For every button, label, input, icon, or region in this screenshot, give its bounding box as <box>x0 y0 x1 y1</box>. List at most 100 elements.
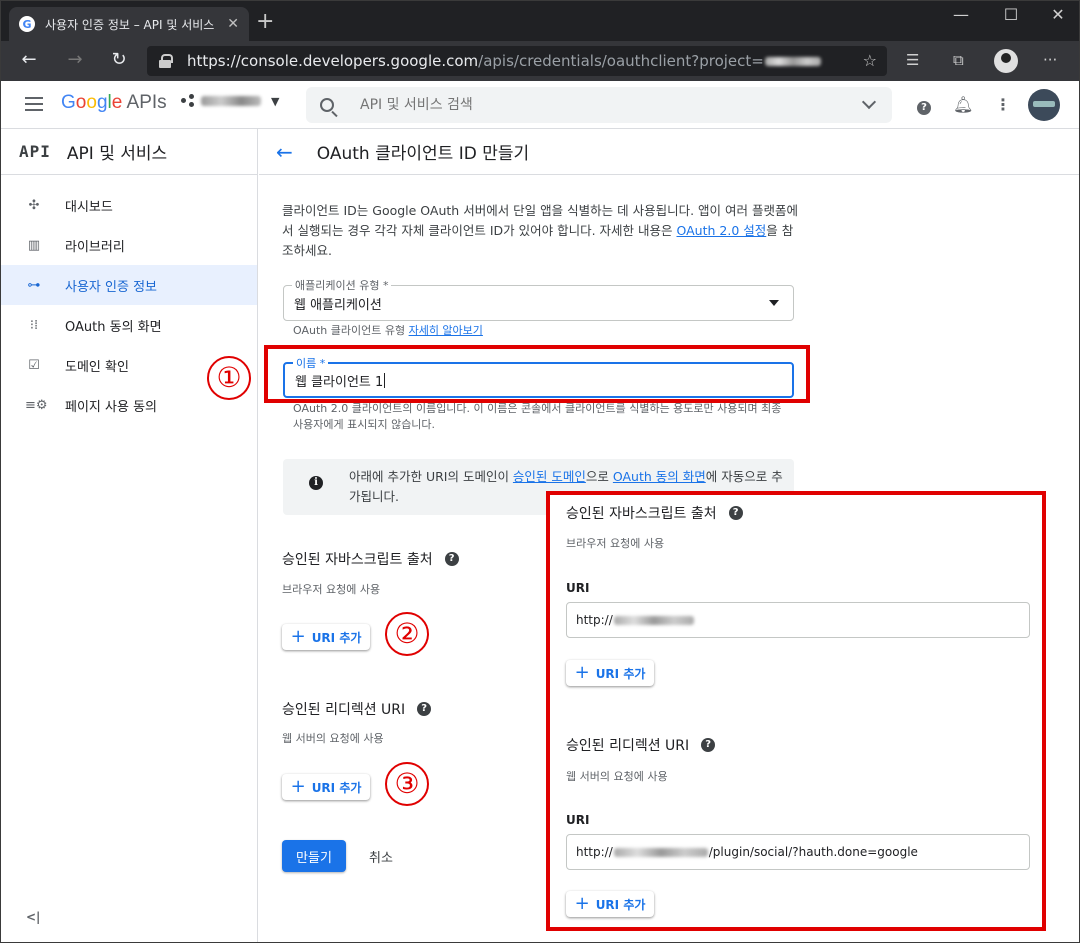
close-window-icon[interactable]: ✕ <box>1038 5 1078 24</box>
user-avatar[interactable] <box>1028 89 1060 121</box>
google-apis-logo[interactable]: Google APIs <box>61 92 167 114</box>
plus-icon: + <box>290 626 306 647</box>
add-redirect-uri-button[interactable]: + URI 추가 <box>282 774 370 800</box>
annotation-number-1: ① <box>207 356 251 400</box>
oauth-settings-link[interactable]: OAuth 2.0 설정 <box>677 223 767 238</box>
page-title: OAuth 클라이언트 ID 만들기 <box>316 144 530 164</box>
callout-redirect-title-text: 승인된 리디렉션 URI <box>566 738 690 754</box>
plus-icon: + <box>290 776 306 797</box>
sidebar-item-label: 사용자 인증 정보 <box>65 279 157 295</box>
callout-uri-label: URI <box>566 581 590 595</box>
add-js-origin-button[interactable]: + URI 추가 <box>282 624 370 650</box>
redirect-uri-title-text: 승인된 리디렉션 URI <box>282 702 406 718</box>
tab-title: 사용자 인증 정보 – API 및 서비스 <box>45 17 215 32</box>
js-origins-title: 승인된 자바스크립트 출처 ? <box>282 549 459 569</box>
back-arrow-icon[interactable]: ← <box>276 140 293 164</box>
browser-window: G 사용자 인증 정보 – API 및 서비스 ✕ + — ☐ ✕ ← → ↻ … <box>0 0 1080 943</box>
js-origin-uri-prefix: http:// <box>576 613 613 627</box>
collapse-sidebar-icon[interactable]: <| <box>26 910 40 924</box>
search-input[interactable] <box>360 97 840 113</box>
more-menu-icon[interactable]: ··· <box>1043 51 1057 69</box>
reload-icon[interactable]: ↻ <box>107 49 131 70</box>
minimize-icon[interactable]: — <box>941 5 981 24</box>
help-icon[interactable]: ? <box>701 738 716 752</box>
blurred-project-name <box>201 96 261 106</box>
sidebar-item-credentials[interactable]: ⊶ 사용자 인증 정보 <box>1 265 257 305</box>
callout-js-origins-title-text: 승인된 자바스크립트 출처 <box>566 506 717 522</box>
create-button[interactable]: 만들기 <box>282 840 346 872</box>
new-tab-icon[interactable]: + <box>256 11 274 33</box>
redirect-uri-field[interactable]: http:// /plugin/social/?hauth.done=google <box>566 834 1030 870</box>
search-bar[interactable] <box>306 87 892 123</box>
reading-list-icon[interactable]: ☰ <box>906 51 919 69</box>
help-icon[interactable]: ? <box>417 702 432 716</box>
collections-icon[interactable]: ⧉ <box>953 51 964 69</box>
hint-text: OAuth 클라이언트 유형 <box>293 324 409 337</box>
callout-panel: 승인된 자바스크립트 출처 ? 브라우저 요청에 사용 URI http:// … <box>546 491 1046 931</box>
add-uri-label: URI 추가 <box>595 666 646 681</box>
blurred-domain <box>613 847 708 857</box>
blurred-project-id <box>764 56 821 66</box>
maximize-icon[interactable]: ☐ <box>991 5 1031 24</box>
notifications-icon[interactable]: 🔔︎ <box>953 95 973 115</box>
notice-text-2: 으로 <box>585 469 613 484</box>
plus-icon: + <box>574 662 590 683</box>
project-icon <box>181 94 195 108</box>
js-origin-uri-field[interactable]: http:// <box>566 602 1030 638</box>
sidebar: API API 및 서비스 ✣ 대시보드 ▥ 라이브러리 ⊶ 사용자 인증 정보… <box>1 129 258 942</box>
forward-icon[interactable]: → <box>63 49 87 70</box>
callout-add-redirect-uri-button[interactable]: + URI 추가 <box>566 891 654 917</box>
oauth-consent-link[interactable]: OAuth 동의 화면 <box>613 469 706 484</box>
browser-tab[interactable]: G 사용자 인증 정보 – API 및 서비스 ✕ <box>9 7 249 41</box>
logo-apis-text: APIs <box>122 92 167 113</box>
redirect-uri-prefix: http:// <box>576 845 613 859</box>
tab-close-icon[interactable]: ✕ <box>227 16 239 32</box>
url-host: https://console.developers.google.com <box>187 52 479 70</box>
address-bar: ← → ↻ https://console.developers.google.… <box>1 41 1079 81</box>
application-type-value: 웹 애플리케이션 <box>294 297 382 313</box>
library-icon: ▥ <box>27 237 41 253</box>
learn-more-link[interactable]: 자세히 알아보기 <box>409 324 483 337</box>
help-icon[interactable]: ? <box>728 506 743 520</box>
app-header: Google APIs ▼ ? 🔔︎ ⋮ <box>1 81 1079 129</box>
project-selector[interactable]: ▼ <box>181 94 279 108</box>
callout-add-js-origin-button[interactable]: + URI 추가 <box>566 660 654 686</box>
info-icon: i <box>309 476 323 490</box>
annotation-number-3: ③ <box>385 762 429 806</box>
page-settings-icon: ≡⚙ <box>25 397 48 413</box>
back-icon[interactable]: ← <box>17 49 41 70</box>
browser-profile-avatar[interactable] <box>994 49 1018 73</box>
page-description: 클라이언트 ID는 Google OAuth 서버에서 단일 앱을 식별하는 데… <box>282 201 802 261</box>
authorized-domains-link[interactable]: 승인된 도메인 <box>513 469 586 484</box>
hamburger-menu-icon[interactable] <box>25 97 43 111</box>
sidebar-item-label: OAuth 동의 화면 <box>65 319 162 335</box>
redirect-uri-suffix: /plugin/social/?hauth.done=google <box>708 845 918 859</box>
bookmark-star-icon[interactable]: ☆ <box>863 51 877 70</box>
more-vert-icon[interactable]: ⋮ <box>993 95 1013 115</box>
callout-js-origins-subtitle: 브라우저 요청에 사용 <box>566 537 665 550</box>
sidebar-item-label: 페이지 사용 동의 <box>65 399 157 415</box>
chevron-down-icon[interactable] <box>861 94 877 110</box>
name-hint: OAuth 2.0 클라이언트의 이름입니다. 이 이름은 콘솔에서 클라이언트… <box>293 402 782 431</box>
search-icon <box>320 98 334 112</box>
sidebar-item-dashboard[interactable]: ✣ 대시보드 <box>1 185 257 225</box>
blurred-domain <box>613 615 694 625</box>
application-type-select[interactable]: 애플리케이션 유형 * 웹 애플리케이션 <box>283 277 794 321</box>
redirect-uri-title: 승인된 리디렉션 URI ? <box>282 699 432 719</box>
sidebar-header: API API 및 서비스 <box>1 129 257 175</box>
plus-icon: + <box>574 893 590 914</box>
help-icon[interactable]: ? <box>444 552 459 566</box>
annotation-box-name <box>264 345 810 403</box>
url-field[interactable]: https://console.developers.google.com/ap… <box>147 46 887 76</box>
consent-icon: ⁝⁞ <box>29 317 39 333</box>
sidebar-item-library[interactable]: ▥ 라이브러리 <box>1 225 257 265</box>
sidebar-item-oauth-consent[interactable]: ⁝⁞ OAuth 동의 화면 <box>1 305 257 345</box>
dropdown-caret-icon: ▼ <box>271 94 280 108</box>
url-path: /apis/credentials/oauthclient?project= <box>478 52 764 70</box>
add-uri-label: URI 추가 <box>311 630 362 645</box>
help-icon[interactable]: ? <box>914 95 934 115</box>
callout-redirect-uri-label: URI <box>566 813 590 827</box>
dropdown-arrow-icon <box>769 300 779 306</box>
js-origins-subtitle: 브라우저 요청에 사용 <box>282 583 381 596</box>
cancel-button[interactable]: 취소 <box>369 840 393 872</box>
